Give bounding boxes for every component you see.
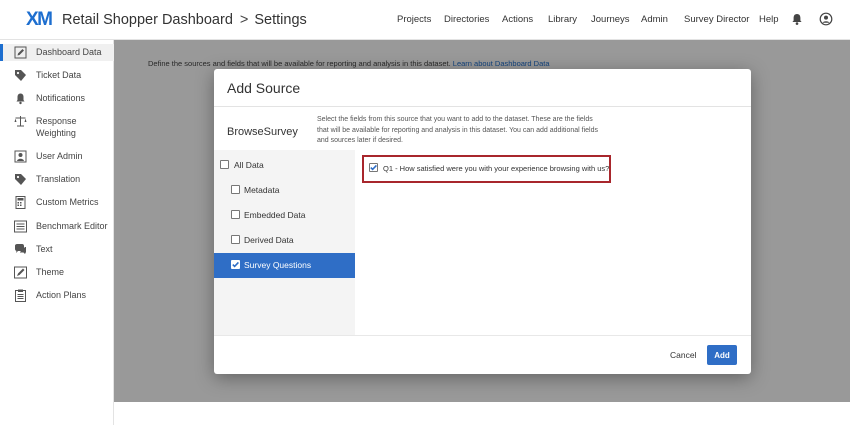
user-icon[interactable] — [819, 12, 833, 26]
sidebar-item-ticket-data[interactable]: Ticket Data — [0, 69, 114, 83]
sidebar-item-label: Action Plans — [36, 290, 87, 300]
sidebar-item-label: Dashboard Data — [36, 47, 102, 57]
sidebar-item-label: Benchmark Editor — [36, 221, 108, 231]
sidebar-item-label: Ticket Data — [36, 70, 82, 80]
nav-help[interactable]: Help — [759, 14, 779, 25]
sidebar-item-label: Theme — [36, 267, 65, 277]
calculator-icon — [15, 196, 26, 209]
add-button[interactable]: Add — [707, 345, 737, 365]
nav-actions[interactable]: Actions — [502, 14, 533, 25]
tag-icon — [15, 174, 26, 185]
footer-divider — [214, 335, 751, 336]
sidebar-item-text[interactable]: Text — [0, 243, 114, 257]
category-embedded-data[interactable]: Embedded Data — [214, 203, 355, 228]
sidebar-item-label: Response Weighting — [36, 116, 77, 138]
paint-icon — [14, 266, 27, 279]
category-label: Survey Questions — [244, 260, 312, 270]
sidebar-item-translation[interactable]: Translation — [0, 173, 114, 187]
sidebar-item-label: Translation — [36, 174, 81, 184]
checkmark-icon — [232, 261, 239, 268]
add-source-dialog: Add Source BrowseSurvey Select the field… — [214, 69, 751, 374]
checkmark-icon — [370, 164, 377, 171]
top-bar: XM Retail Shopper Dashboard > Settings Pro… — [0, 0, 850, 40]
q1-checkbox[interactable] — [369, 163, 378, 172]
sidebar-item-label: Custom Metrics — [36, 197, 99, 207]
sidebar-item-label: Text — [36, 244, 53, 254]
category-derived-data[interactable]: Derived Data — [214, 228, 355, 253]
sidebar-item-custom-metrics[interactable]: Custom Metrics — [0, 196, 114, 210]
category-label: Metadata — [244, 185, 280, 195]
sidebar-item-label: User Admin — [36, 151, 83, 161]
source-name: BrowseSurvey — [227, 126, 298, 138]
dialog-title: Add Source — [227, 80, 301, 96]
nav-directories[interactable]: Directories — [444, 14, 489, 25]
embedded-data-checkbox[interactable] — [231, 210, 240, 219]
settings-sidebar: Dashboard Data Ticket Data Notifications… — [0, 40, 114, 425]
dialog-instructions: Select the fields from this source that … — [317, 116, 598, 144]
category-survey-questions[interactable]: Survey Questions — [214, 253, 355, 278]
metadata-checkbox[interactable] — [231, 185, 240, 194]
dialog-divider — [214, 106, 751, 107]
nav-library[interactable]: Library — [548, 14, 577, 25]
category-label: Embedded Data — [244, 210, 306, 220]
breadcrumb-section: Settings — [254, 12, 307, 28]
breadcrumb-separator: > — [239, 12, 249, 28]
sidebar-item-action-plans[interactable]: Action Plans — [0, 289, 114, 303]
nav-journeys[interactable]: Journeys — [591, 14, 630, 25]
clipboard-icon — [15, 289, 26, 302]
sidebar-item-dashboard-data[interactable]: Dashboard Data — [0, 44, 114, 61]
sidebar-item-user-admin[interactable]: User Admin — [0, 150, 114, 164]
nav-admin[interactable]: Admin — [641, 14, 668, 25]
xm-logo[interactable]: XM — [26, 9, 53, 31]
category-all-data[interactable]: All Data — [214, 153, 355, 178]
breadcrumb: Retail Shopper Dashboard > Settings — [62, 12, 307, 28]
sidebar-item-theme[interactable]: Theme — [0, 266, 114, 280]
sidebar-item-response-weighting[interactable]: Response Weighting — [0, 115, 114, 141]
nav-projects[interactable]: Projects — [397, 14, 431, 25]
scale-icon — [14, 116, 27, 127]
sidebar-item-benchmark-editor[interactable]: Benchmark Editor — [0, 220, 114, 234]
pencil-icon — [14, 46, 27, 59]
field-category-list: All Data Metadata Embedded Data Derived … — [214, 150, 355, 335]
sidebar-item-label: Notifications — [36, 93, 86, 103]
cancel-button[interactable]: Cancel — [670, 350, 696, 360]
all-data-checkbox[interactable] — [220, 160, 229, 169]
nav-survey-director[interactable]: Survey Director — [684, 14, 749, 25]
list-icon — [14, 220, 27, 233]
bell-icon[interactable] — [790, 12, 804, 26]
user-icon — [14, 150, 27, 163]
tag-icon — [15, 70, 26, 81]
category-label: Derived Data — [244, 235, 294, 245]
survey-questions-checkbox[interactable] — [231, 260, 240, 269]
derived-data-checkbox[interactable] — [231, 235, 240, 244]
category-metadata[interactable]: Metadata — [214, 178, 355, 203]
sidebar-item-notifications[interactable]: Notifications — [0, 92, 114, 106]
bell-icon — [16, 93, 25, 105]
chat-icon — [15, 244, 26, 254]
category-label: All Data — [234, 160, 264, 170]
breadcrumb-project[interactable]: Retail Shopper Dashboard — [62, 12, 233, 28]
field-label: Q1 - How satisfied were you with your ex… — [383, 164, 610, 173]
